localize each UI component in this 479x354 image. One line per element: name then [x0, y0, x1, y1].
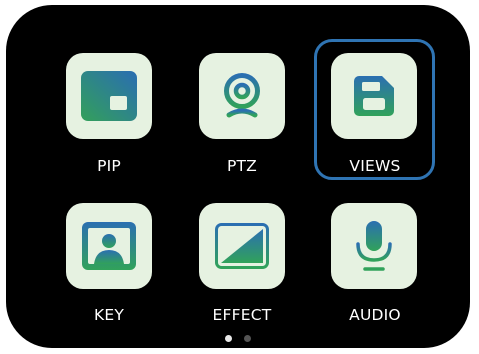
key-label: KEY — [93, 306, 125, 324]
pip-label: PIP — [97, 157, 121, 175]
audio-button[interactable] — [331, 203, 417, 289]
microphone-icon — [354, 220, 394, 272]
floppy-disk-icon — [353, 75, 395, 117]
views-button[interactable] — [331, 53, 417, 139]
portrait-key-icon — [82, 222, 136, 270]
pip-icon — [81, 71, 137, 121]
webcam-icon — [220, 72, 264, 120]
device-screen: PIP PTZ VIEWS KEY EFFECT AUDIO — [6, 5, 470, 348]
pip-button[interactable] — [66, 53, 152, 139]
page-dot-2[interactable] — [244, 335, 251, 342]
effect-button[interactable] — [199, 203, 285, 289]
ptz-button[interactable] — [199, 53, 285, 139]
views-label: VIEWS — [349, 157, 401, 175]
page-dot-1[interactable] — [225, 335, 232, 342]
ptz-label: PTZ — [226, 157, 258, 175]
effect-label: EFFECT — [212, 306, 272, 324]
key-button[interactable] — [66, 203, 152, 289]
transition-effect-icon — [215, 223, 269, 269]
audio-label: AUDIO — [349, 306, 401, 324]
page-indicator — [6, 335, 470, 342]
